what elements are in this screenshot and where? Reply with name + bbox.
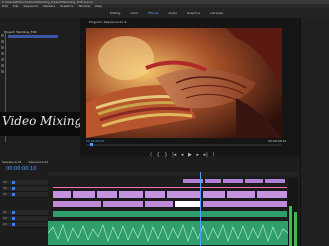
track-toggle-icon[interactable] <box>12 181 15 184</box>
video-frame <box>86 28 282 138</box>
tool-icon[interactable] <box>1 52 4 55</box>
timeline-timecode[interactable]: 00:00:00:10 <box>6 166 37 172</box>
duration-timecode: 00:00:06:12 <box>268 139 287 143</box>
program-playhead[interactable] <box>90 143 93 146</box>
tab-sequence-02[interactable]: Sequence 02 <box>29 160 49 164</box>
effects-panel <box>300 18 329 246</box>
program-scrubber[interactable] <box>86 144 282 146</box>
tab-audio[interactable]: Audio <box>168 11 177 15</box>
track-header[interactable]: V1 <box>2 192 48 198</box>
tool-icon[interactable] <box>1 46 4 49</box>
video-clip[interactable] <box>222 178 244 184</box>
meter-right <box>294 212 297 246</box>
audio-waveform[interactable] <box>47 221 289 245</box>
audio-clip[interactable] <box>52 210 288 218</box>
video-clip[interactable] <box>52 190 72 199</box>
video-clip[interactable] <box>166 190 202 199</box>
selected-clip[interactable] <box>8 35 58 38</box>
wedding-hands-image <box>86 28 282 138</box>
video-clip[interactable] <box>226 190 256 199</box>
workspace-tabs: Editing Color Effects Audio Graphics Lib… <box>110 11 232 16</box>
video-clip[interactable] <box>204 178 222 184</box>
tab-effects[interactable]: Effects <box>148 11 158 15</box>
adjustment-layer-clip[interactable] <box>52 186 288 189</box>
video-clip[interactable] <box>244 178 264 184</box>
title-clip[interactable] <box>174 200 202 208</box>
watermark-logo: Video Mixing <box>0 112 82 136</box>
tab-color[interactable]: Color <box>130 11 138 15</box>
tool-icon[interactable] <box>1 70 4 73</box>
video-clip[interactable] <box>256 190 288 199</box>
program-title[interactable]: Program: Sequence 01 ≡ <box>89 20 127 24</box>
video-clip[interactable] <box>96 190 118 199</box>
video-clip[interactable] <box>202 200 288 208</box>
video-clip[interactable] <box>264 178 286 184</box>
video-clip[interactable] <box>144 190 166 199</box>
sequence-tabs: Sequence 01 Sequence 02 <box>2 160 54 164</box>
tool-icon[interactable] <box>1 58 4 61</box>
track-headers: V3 V2 V1 A1 A2 A3 <box>2 176 48 246</box>
tool-icon[interactable] <box>1 34 4 37</box>
tab-libraries[interactable]: Libraries <box>210 11 223 15</box>
timeline-playhead[interactable] <box>200 172 201 246</box>
tab-sequence-01[interactable]: Sequence 01 <box>2 160 22 164</box>
tab-editing[interactable]: Editing <box>110 11 120 15</box>
video-clip[interactable] <box>118 190 144 199</box>
track-toggle-icon[interactable] <box>12 193 15 196</box>
tab-graphics[interactable]: Graphics <box>187 11 200 15</box>
video-clip[interactable] <box>144 200 174 208</box>
tool-icon[interactable] <box>1 64 4 67</box>
tool-icon[interactable] <box>1 40 4 43</box>
watermark-text: Video Mixing <box>2 114 83 128</box>
project-panel <box>0 18 81 158</box>
track-toggle-icon[interactable] <box>12 211 15 214</box>
audio-meter <box>288 178 298 246</box>
current-timecode[interactable]: 00:00:00:10 <box>86 139 104 143</box>
video-clip[interactable] <box>102 200 144 208</box>
video-clip[interactable] <box>72 190 96 199</box>
track-toggle-icon[interactable] <box>12 187 15 190</box>
video-clip[interactable] <box>52 200 102 208</box>
project-tab[interactable]: Project: Wedding_Edit <box>4 30 37 34</box>
video-clip[interactable] <box>202 190 226 199</box>
track-toggle-icon[interactable] <box>12 217 15 220</box>
track-toggle-icon[interactable] <box>12 223 15 226</box>
timeline-ruler[interactable] <box>48 172 298 176</box>
track-header[interactable]: A3 <box>2 222 48 228</box>
meter-left <box>289 206 292 246</box>
